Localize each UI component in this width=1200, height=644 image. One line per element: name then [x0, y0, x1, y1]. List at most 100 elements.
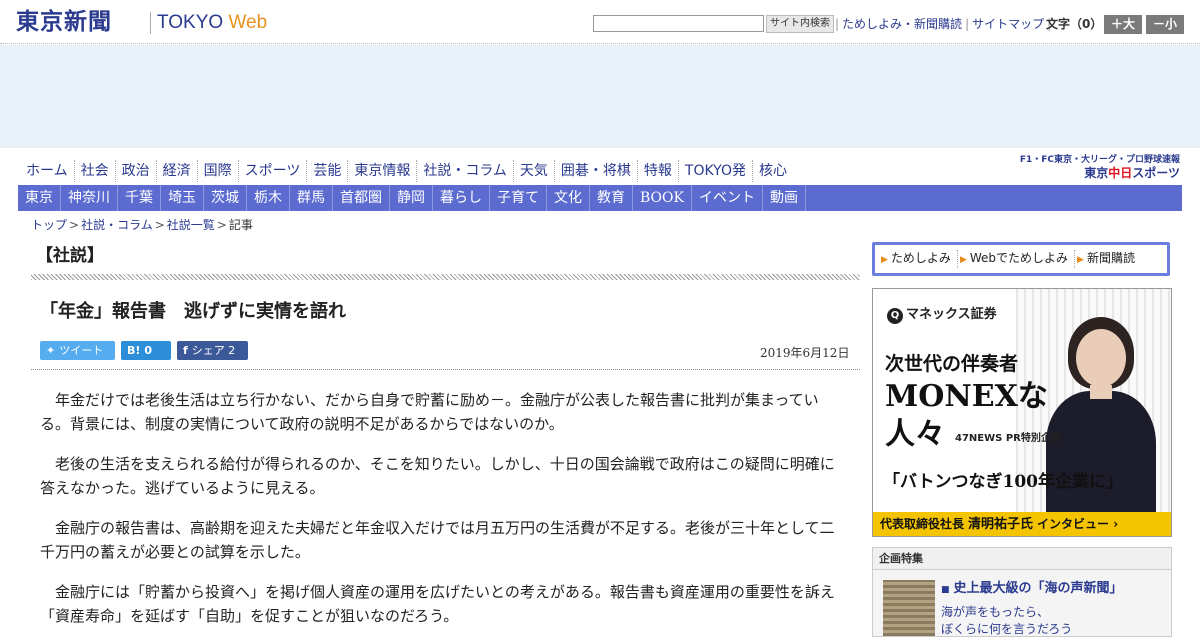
tweet-label: ツイート: [59, 344, 104, 357]
logo-divider: [150, 12, 151, 34]
web-trial-read-link[interactable]: ▶ Webでためしよみ: [958, 250, 1076, 268]
region-tochigi[interactable]: 栃木: [247, 185, 290, 211]
nav-living[interactable]: 暮らし: [433, 185, 490, 211]
breadcrumb-top[interactable]: トップ: [31, 218, 67, 232]
nav-tokyo-hatsu[interactable]: TOKYO発: [677, 160, 752, 182]
ad-bar-name: 清明祐子氏: [968, 517, 1034, 532]
header-links: | ためしよみ・新聞購読 | サイトマップ |: [832, 16, 1054, 32]
trial-read-link[interactable]: ▶ ためしよみ: [879, 250, 958, 268]
article-paragraph: 金融庁には「貯蓄から投資へ」を掲げ個人資産の運用を広げたいとの考えがある。報告書…: [40, 583, 835, 625]
sports-logo-suffix: スポーツ: [1132, 166, 1180, 180]
nav-culture[interactable]: 文化: [547, 185, 590, 211]
monex-ad-banner[interactable]: Q マネックス証券 次世代の伴奏者 MONEXな 人々 47NEWS PR特別企画…: [872, 288, 1172, 537]
nav-events[interactable]: イベント: [692, 185, 763, 211]
facebook-f-icon: f: [183, 344, 188, 357]
sports-banner-tagline: F1・FC東京・大リーグ・プロ野球速報: [1019, 155, 1180, 165]
sports-logo-prefix: 東京: [1084, 166, 1109, 180]
region-chiba[interactable]: 千葉: [118, 185, 161, 211]
ad-bar-suffix: インタビュー ›: [1037, 517, 1119, 531]
search-input[interactable]: [593, 15, 764, 32]
article-body: 年金だけでは老後生活は立ち行かない、だから自身で貯蓄に励め－。金融庁が公表した報…: [40, 388, 848, 644]
region-saitama[interactable]: 埼玉: [161, 185, 204, 211]
hatena-count: 0: [144, 344, 153, 357]
ad-bar-role: 代表取締役社長: [880, 517, 965, 531]
arrow-right-icon: ▶: [1077, 255, 1084, 265]
sports-banner-logo: 東京中日スポーツ: [1084, 166, 1180, 180]
site-logo-en[interactable]: TOKYO Web: [157, 11, 267, 35]
ad-headline-3: 人々: [885, 417, 945, 452]
facebook-share-label: シェア: [191, 344, 225, 357]
special-desc-line: 海が声をもったら、: [941, 605, 1050, 619]
region-shutoken[interactable]: 首都圏: [333, 185, 390, 211]
hatena-b-icon: B!: [127, 344, 141, 357]
breadcrumb-separator: >: [69, 218, 80, 232]
ad-brand-text: マネックス証券: [906, 307, 997, 322]
breadcrumb-editorial-list[interactable]: 社説一覧: [167, 218, 215, 232]
ad-interview-bar: 代表取締役社長 清明祐子氏 インタビュー ›: [873, 512, 1171, 536]
article-paragraph: 年金だけでは老後生活は立ち行かない、だから自身で貯蓄に励め－。金融庁が公表した報…: [40, 391, 819, 433]
nav-politics[interactable]: 政治: [114, 160, 156, 182]
section-divider: [31, 274, 860, 280]
subscribe-link[interactable]: ためしよみ・新聞購読: [842, 17, 962, 31]
special-feature-desc: 海が声をもったら、 ぼくらに何を言うだろう: [941, 604, 1072, 638]
region-tokyo[interactable]: 東京: [18, 185, 61, 211]
breadcrumb-separator: >: [216, 218, 227, 232]
nav-world[interactable]: 国際: [196, 160, 238, 182]
ad-headline-2: MONEXな: [885, 379, 1048, 414]
sitemap-link[interactable]: サイトマップ: [972, 17, 1044, 31]
nav-economy[interactable]: 経済: [155, 160, 197, 182]
nav-parenting[interactable]: 子育て: [490, 185, 547, 211]
chunichi-sports-banner[interactable]: F1・FC東京・大リーグ・プロ野球速報 東京中日スポーツ: [1020, 154, 1180, 182]
ad-headline-1: 次世代の伴奏者: [885, 353, 1019, 375]
nav-book[interactable]: BOOK: [633, 185, 692, 211]
tweet-button[interactable]: ✦ ツイート: [40, 341, 115, 360]
sports-logo-chu: 中日: [1108, 166, 1133, 180]
region-ibaraki[interactable]: 茨城: [204, 185, 247, 211]
nav-society[interactable]: 社会: [73, 160, 115, 182]
subscribe-paper-link[interactable]: ▶ 新聞購読: [1075, 250, 1141, 268]
facebook-share-count: 2: [228, 344, 236, 357]
breadcrumb-editorial[interactable]: 社説・コラム: [81, 218, 153, 232]
ad-portrait-body: [1046, 391, 1156, 521]
main-nav: ホーム 社会 政治 経済 国際 スポーツ 芸能 東京情報 社説・コラム 天気 囲…: [22, 160, 793, 182]
article-paragraph: 金融庁の報告書は、高齢期を迎えた夫婦だと年金収入だけでは月五万円の生活費が不足す…: [40, 519, 835, 561]
trial-read-label: ためしよみ: [890, 251, 951, 265]
nav-entertainment[interactable]: 芸能: [306, 160, 347, 182]
nav-go-shogi[interactable]: 囲碁・将棋: [553, 160, 637, 182]
facebook-share-button[interactable]: f シェア 2: [177, 341, 248, 360]
nav-education[interactable]: 教育: [590, 185, 633, 211]
special-feature-thumbnail[interactable]: [883, 580, 935, 636]
site-logo[interactable]: 東京新聞: [16, 7, 112, 37]
section-title: 【社説】: [36, 246, 104, 266]
site-search-button[interactable]: サイト内検索: [766, 15, 834, 33]
arrow-right-icon: ▶: [881, 255, 888, 265]
font-larger-button[interactable]: ＋大: [1104, 15, 1142, 34]
nav-home[interactable]: ホーム: [22, 160, 74, 182]
ad-brand: Q マネックス証券: [887, 306, 997, 324]
subscription-nav: ▶ ためしよみ ▶ Webでためしよみ ▶ 新聞購読: [872, 242, 1170, 276]
nav-kakushin[interactable]: 核心: [751, 160, 793, 182]
region-shizuoka[interactable]: 静岡: [390, 185, 433, 211]
font-size-label: 文字（0）: [1046, 17, 1103, 31]
nav-tokuho[interactable]: 特報: [636, 160, 678, 182]
special-feature-link[interactable]: ■ 史上最大級の「海の声新聞」: [941, 580, 1123, 599]
web-trial-read-label: Webでためしよみ: [969, 251, 1069, 265]
nav-weather[interactable]: 天気: [512, 160, 554, 182]
nav-tokyo-info[interactable]: 東京情報: [347, 160, 416, 182]
region-kanagawa[interactable]: 神奈川: [61, 185, 118, 211]
breadcrumb-current: 記事: [228, 218, 253, 232]
special-feature-box: 企画特集 ■ 史上最大級の「海の声新聞」 海が声をもったら、 ぼくらに何を言うだろう: [872, 547, 1172, 637]
hatena-bookmark-button[interactable]: B! 0: [121, 341, 171, 360]
logo-web-text: Web: [228, 12, 268, 33]
breadcrumb-separator: >: [154, 218, 165, 232]
font-smaller-button[interactable]: －小: [1146, 15, 1184, 34]
nav-editorial[interactable]: 社説・コラム: [416, 160, 513, 182]
article-headline: 「年金」報告書 逃げずに実情を語れ: [40, 301, 346, 322]
nav-sports[interactable]: スポーツ: [237, 160, 307, 182]
link-divider: |: [835, 17, 840, 31]
monex-logo-icon: Q: [887, 308, 903, 324]
ad-pr-label: 47NEWS PR特別企画: [955, 433, 1061, 444]
nav-video[interactable]: 動画: [763, 185, 806, 211]
region-gunma[interactable]: 群馬: [290, 185, 333, 211]
link-divider: |: [965, 17, 970, 31]
